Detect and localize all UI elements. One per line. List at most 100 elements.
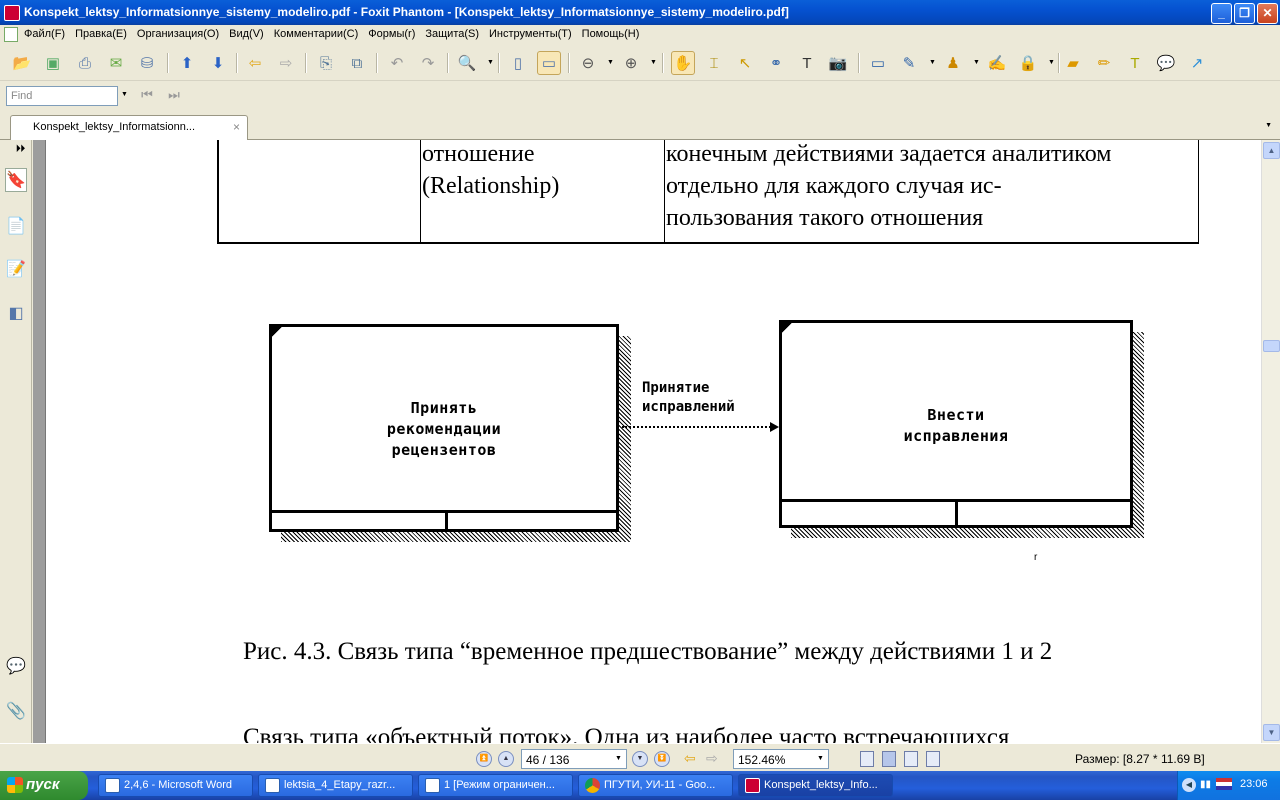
chevron-down-icon[interactable]: ▼ xyxy=(121,91,128,98)
label-line: Принятие xyxy=(642,380,710,396)
scroll-up-icon[interactable]: ▲ xyxy=(1263,142,1280,159)
previous-page-icon[interactable]: ▲ xyxy=(498,751,514,767)
extract-page-icon[interactable]: ⧉ xyxy=(345,51,369,75)
stamp-icon[interactable]: ♟ xyxy=(941,51,965,75)
insert-page-icon[interactable]: ⎘ xyxy=(314,51,338,75)
undo-icon[interactable]: ↶ xyxy=(385,51,409,75)
scroll-thumb[interactable] xyxy=(1263,340,1280,352)
find-bar: Find ▼ ⏮ ⏭ xyxy=(0,81,1280,112)
fit-page-icon[interactable]: ▯ xyxy=(506,51,530,75)
minimize-button[interactable]: _ xyxy=(1211,3,1232,24)
select-arrow-icon[interactable]: ↖ xyxy=(733,51,757,75)
typewriter-icon[interactable]: T xyxy=(795,51,819,75)
single-page-icon[interactable] xyxy=(860,751,874,767)
edit-form-icon[interactable]: ✎ xyxy=(897,51,921,75)
menu-help[interactable]: Помощь(H) xyxy=(582,28,640,40)
chevron-down-icon[interactable]: ▼ xyxy=(650,59,657,66)
comment-panel-icon[interactable]: 💬 xyxy=(5,655,27,679)
menu-view[interactable]: Вид(V) xyxy=(229,28,264,40)
find-input[interactable]: Find xyxy=(6,86,118,106)
form-field-icon[interactable]: ▭ xyxy=(866,51,890,75)
page-up-icon[interactable]: ⬆ xyxy=(175,51,199,75)
first-page-icon[interactable]: ⏫ xyxy=(476,751,492,767)
taskbar-item-word[interactable]: 2,4,6 - Microsoft Word xyxy=(98,774,253,797)
last-page-icon[interactable]: ⏬ xyxy=(654,751,670,767)
fit-width-icon[interactable]: ▭ xyxy=(537,51,561,75)
menu-file[interactable]: Файл(F) xyxy=(24,28,65,40)
close-icon[interactable]: × xyxy=(233,120,240,134)
menu-forms[interactable]: Формы(r) xyxy=(368,28,415,40)
page-number-input[interactable]: 46 / 136 xyxy=(521,749,627,769)
taskbar-item-lecture[interactable]: lektsia_4_Etapy_razr... xyxy=(258,774,413,797)
taskbar-item-foxit[interactable]: Konspekt_lektsy_Info... xyxy=(738,774,893,797)
language-flag-icon[interactable] xyxy=(1216,778,1232,790)
facing-pages-icon[interactable] xyxy=(904,751,918,767)
taskbar: пуск 2,4,6 - Microsoft Word lektsia_4_Et… xyxy=(0,771,1280,800)
document-icon xyxy=(4,27,18,42)
page-down-icon[interactable]: ⬇ xyxy=(206,51,230,75)
back-arrow-icon[interactable]: ⇦ xyxy=(243,51,267,75)
chevron-down-icon[interactable]: ▼ xyxy=(1265,122,1272,129)
signal-icon[interactable]: ▮▮ xyxy=(1200,779,1211,790)
maximize-button[interactable]: ❐ xyxy=(1234,3,1255,24)
expand-panel-icon[interactable]: ⏵⏵ xyxy=(16,143,25,154)
taskbar-item-label: ПГУТИ, УИ-11 - Goo... xyxy=(604,779,716,791)
scroll-down-icon[interactable]: ▼ xyxy=(1263,724,1280,741)
chevron-down-icon[interactable]: ▼ xyxy=(487,59,494,66)
highlight-icon[interactable]: ▰ xyxy=(1061,51,1085,75)
hand-tool-icon[interactable]: ✋ xyxy=(671,51,695,75)
find-next-icon[interactable]: ⏭ xyxy=(164,87,184,105)
snapshot-icon[interactable]: 📷 xyxy=(826,51,850,75)
sign-icon[interactable]: ✍ xyxy=(985,51,1009,75)
comments-list-icon[interactable]: 📝 xyxy=(5,258,27,282)
chevron-down-icon[interactable]: ▼ xyxy=(929,59,936,66)
chevron-down-icon[interactable]: ▼ xyxy=(973,59,980,66)
chevron-down-icon[interactable]: ▼ xyxy=(607,59,614,66)
back-view-icon[interactable]: ⇦ xyxy=(684,750,696,767)
open-folder-icon[interactable]: 📂 xyxy=(10,51,34,75)
pencil-icon[interactable]: ✏ xyxy=(1092,51,1116,75)
zoom-input[interactable]: 152.46% xyxy=(733,749,829,769)
select-text-icon[interactable]: ⌶ xyxy=(702,51,726,75)
tab-document[interactable]: Konspekt_lektsy_Informatsionn... × xyxy=(10,115,248,140)
lock-icon[interactable]: 🔒 xyxy=(1016,51,1040,75)
email-icon[interactable]: ✉ xyxy=(104,51,128,75)
zoom-in-tool-icon[interactable]: 🔍 xyxy=(455,51,479,75)
word-doc-icon xyxy=(265,778,280,793)
document-view[interactable]: отношение (Relationship) конечным действ… xyxy=(33,140,1261,743)
attachment-icon[interactable]: 📎 xyxy=(5,700,27,724)
start-button[interactable]: пуск xyxy=(0,771,88,800)
print-icon[interactable]: ⎙ xyxy=(73,51,97,75)
taskbar-item-chrome[interactable]: ПГУТИ, УИ-11 - Goo... xyxy=(578,774,733,797)
layers-icon[interactable]: ◧ xyxy=(5,302,27,326)
vertical-scrollbar[interactable]: ▲ ▼ xyxy=(1261,140,1280,743)
zoom-out-icon[interactable]: ⊖ xyxy=(576,51,600,75)
continuous-page-icon[interactable] xyxy=(882,751,896,767)
save-icon[interactable]: ▣ xyxy=(41,51,65,75)
bookmarks-icon[interactable]: 🔖 xyxy=(5,168,27,192)
find-binoculars-icon[interactable]: ⚭ xyxy=(764,51,788,75)
note-icon[interactable]: 💬 xyxy=(1154,51,1178,75)
tray-collapse-icon[interactable]: ◀ xyxy=(1182,778,1196,792)
next-page-icon[interactable]: ▼ xyxy=(632,751,648,767)
menu-comments[interactable]: Комментарии(C) xyxy=(274,28,359,40)
scan-icon[interactable]: ⛁ xyxy=(135,51,159,75)
menu-protect[interactable]: Защита(S) xyxy=(425,28,479,40)
chevron-down-icon[interactable]: ▼ xyxy=(615,755,622,762)
arrow-annotation-icon[interactable]: ↗ xyxy=(1185,51,1209,75)
find-previous-icon[interactable]: ⏮ xyxy=(137,87,157,105)
menu-tools[interactable]: Инструменты(T) xyxy=(489,28,572,40)
pages-icon[interactable]: 📄 xyxy=(5,215,27,239)
forward-view-icon[interactable]: ⇨ xyxy=(706,750,718,767)
redo-icon[interactable]: ↷ xyxy=(416,51,440,75)
taskbar-item-restricted[interactable]: 1 [Режим ограничен... xyxy=(418,774,573,797)
zoom-plus-icon[interactable]: ⊕ xyxy=(619,51,643,75)
chevron-down-icon[interactable]: ▼ xyxy=(817,755,824,762)
close-button[interactable]: ✕ xyxy=(1257,3,1278,24)
chevron-down-icon[interactable]: ▼ xyxy=(1048,59,1055,66)
forward-arrow-icon[interactable]: ⇨ xyxy=(274,51,298,75)
menu-organize[interactable]: Организация(O) xyxy=(137,28,219,40)
continuous-facing-icon[interactable] xyxy=(926,751,940,767)
menu-edit[interactable]: Правка(E) xyxy=(75,28,127,40)
text-box-icon[interactable]: T xyxy=(1123,51,1147,75)
